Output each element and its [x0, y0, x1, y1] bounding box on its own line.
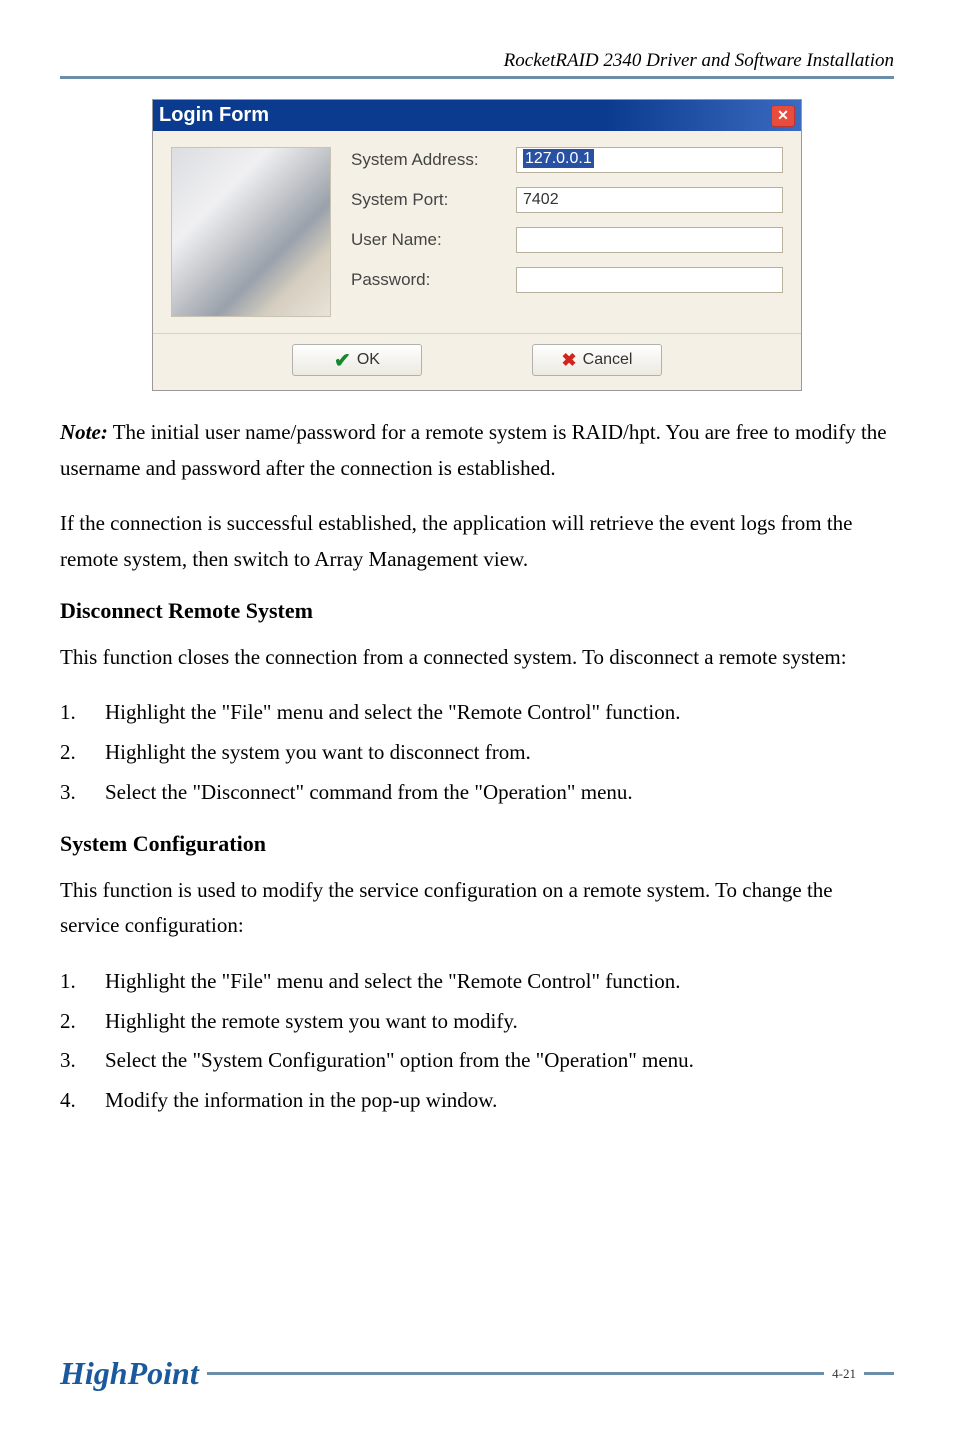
list-number: 2. — [60, 1004, 105, 1040]
list-text: Highlight the system you want to disconn… — [105, 735, 531, 771]
system-port-label: System Port: — [351, 190, 516, 210]
button-row: ✔ OK ✖ Cancel — [153, 334, 801, 390]
user-name-input[interactable] — [516, 227, 783, 253]
window-title: Login Form — [159, 104, 269, 127]
paragraph-4: This function is used to modify the serv… — [60, 873, 894, 944]
ok-button[interactable]: ✔ OK — [292, 344, 422, 376]
footer-rule — [207, 1372, 824, 1375]
list-item: 3.Select the "System Configuration" opti… — [60, 1043, 894, 1079]
disconnect-heading: Disconnect Remote System — [60, 598, 894, 624]
list-item: 4.Modify the information in the pop-up w… — [60, 1083, 894, 1119]
list-text: Highlight the "File" menu and select the… — [105, 695, 681, 731]
system-address-value: 127.0.0.1 — [523, 149, 594, 168]
list-number: 2. — [60, 735, 105, 771]
list-text: Modify the information in the pop-up win… — [105, 1083, 497, 1119]
list-item: 1.Highlight the "File" menu and select t… — [60, 964, 894, 1000]
fields-container: System Address: 127.0.0.1 System Port: U… — [351, 147, 783, 317]
footer-logo: HighPoint — [60, 1355, 199, 1392]
field-row-system-port: System Port: — [351, 187, 783, 213]
sysconf-heading: System Configuration — [60, 831, 894, 857]
page-header: RocketRAID 2340 Driver and Software Inst… — [60, 50, 894, 72]
system-address-label: System Address: — [351, 150, 516, 170]
close-icon: ✕ — [777, 107, 789, 124]
page-number: 4-21 — [832, 1366, 856, 1382]
note-paragraph: Note: The initial user name/password for… — [60, 415, 894, 486]
list-number: 3. — [60, 775, 105, 811]
list-text: Highlight the "File" menu and select the… — [105, 964, 681, 1000]
cancel-button-label: Cancel — [583, 351, 633, 369]
login-form-window: Login Form ✕ System Address: 127.0.0.1 S… — [152, 99, 802, 391]
note-text: The initial user name/password for a rem… — [60, 420, 887, 480]
form-body: System Address: 127.0.0.1 System Port: U… — [153, 131, 801, 334]
list-item: 1.Highlight the "File" menu and select t… — [60, 695, 894, 731]
list-text: Highlight the remote system you want to … — [105, 1004, 518, 1040]
note-prefix: Note: — [60, 420, 108, 444]
sysconf-steps-list: 1.Highlight the "File" menu and select t… — [60, 964, 894, 1119]
field-row-user-name: User Name: — [351, 227, 783, 253]
close-button[interactable]: ✕ — [771, 105, 795, 127]
titlebar: Login Form ✕ — [153, 100, 801, 131]
list-text: Select the "System Configuration" option… — [105, 1043, 694, 1079]
list-item: 2.Highlight the remote system you want t… — [60, 1004, 894, 1040]
list-item: 3.Select the "Disconnect" command from t… — [60, 775, 894, 811]
password-input[interactable] — [516, 267, 783, 293]
footer-endbar — [864, 1372, 894, 1375]
list-number: 1. — [60, 695, 105, 731]
list-item: 2.Highlight the system you want to disco… — [60, 735, 894, 771]
system-port-input[interactable] — [516, 187, 783, 213]
ok-button-label: OK — [357, 351, 380, 369]
list-number: 1. — [60, 964, 105, 1000]
list-number: 3. — [60, 1043, 105, 1079]
cancel-button[interactable]: ✖ Cancel — [532, 344, 662, 376]
cancel-icon: ✖ — [562, 350, 577, 371]
list-text: Select the "Disconnect" command from the… — [105, 775, 633, 811]
system-address-input[interactable]: 127.0.0.1 — [516, 147, 783, 173]
disconnect-steps-list: 1.Highlight the "File" menu and select t… — [60, 695, 894, 810]
header-rule — [60, 76, 894, 79]
list-number: 4. — [60, 1083, 105, 1119]
paragraph-3: This function closes the connection from… — [60, 640, 894, 676]
decorative-image — [171, 147, 331, 317]
field-row-system-address: System Address: 127.0.0.1 — [351, 147, 783, 173]
footer: HighPoint 4-21 — [60, 1355, 894, 1392]
field-row-password: Password: — [351, 267, 783, 293]
check-icon: ✔ — [334, 348, 351, 373]
paragraph-2: If the connection is successful establis… — [60, 506, 894, 577]
user-name-label: User Name: — [351, 230, 516, 250]
password-label: Password: — [351, 270, 516, 290]
